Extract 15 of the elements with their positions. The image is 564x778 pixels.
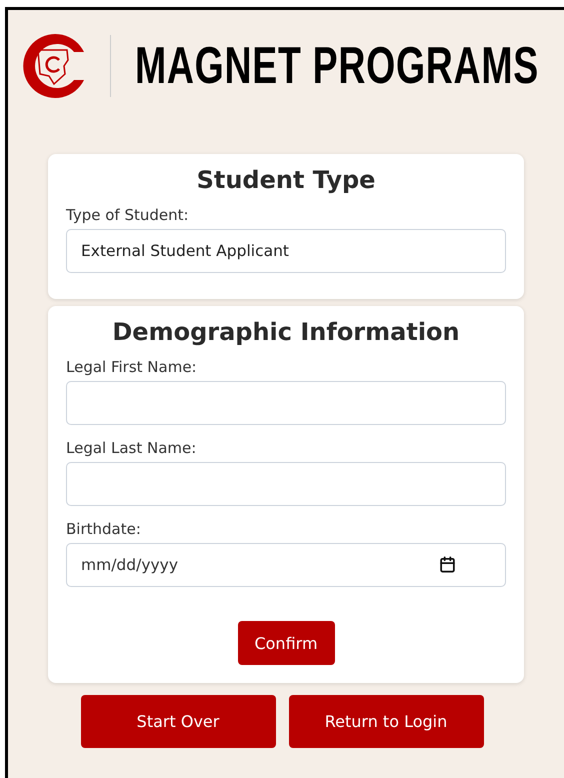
calendar-icon[interactable]: [439, 556, 456, 573]
input-field[interactable]: [66, 381, 506, 425]
page-title: MAGNET PROGRAMS: [135, 36, 539, 96]
field-label: Legal First Name:: [66, 358, 197, 376]
action-button[interactable]: Return to Login: [288, 695, 484, 748]
field-label: Birthdate:: [66, 520, 141, 538]
action-button[interactable]: Start Over: [80, 695, 276, 748]
input-field[interactable]: [66, 462, 506, 506]
section-title: Demographic Information: [111, 318, 461, 346]
confirm-button[interactable]: Confirm: [238, 621, 334, 665]
field-label: Legal Last Name:: [66, 439, 196, 457]
field-label: Type of Student:: [66, 206, 189, 224]
input-field[interactable]: External Student Applicant: [66, 229, 506, 273]
date-field[interactable]: mm/dd/yyyy: [66, 543, 506, 587]
section-title: Student Type: [196, 166, 376, 194]
